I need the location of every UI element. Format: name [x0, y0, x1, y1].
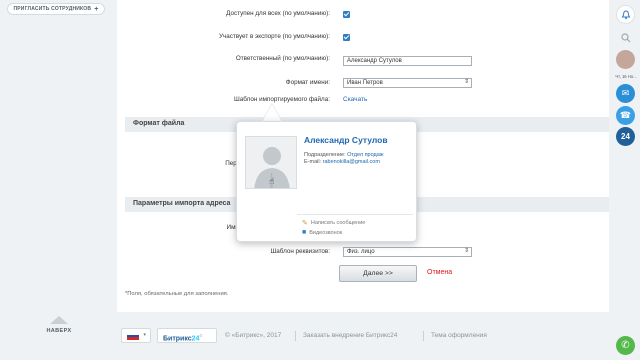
hand-cursor-icon: ☝ [269, 176, 275, 186]
date-label: Чт, 16 Но... [615, 74, 637, 79]
video-camera-icon: ■ [302, 229, 307, 236]
chevron-down-icon: ▾ [143, 332, 146, 338]
write-message-action[interactable]: ✎ Написать сообщение [302, 219, 365, 227]
footer-divider [295, 331, 296, 341]
user-avatar-icon[interactable] [616, 50, 635, 69]
user-card-popup: ☝ Александр Сутулов Подразделение: Отдел… [236, 121, 417, 242]
available-all-checkbox[interactable] [343, 11, 350, 18]
name-format-label: Формат имени: [285, 79, 330, 86]
plus-icon: + [94, 5, 99, 13]
import-template-label: Шаблон импортируемого файла: [234, 96, 330, 103]
chat-glyph: ✉ [621, 88, 630, 98]
pencil-icon: ✎ [302, 220, 308, 227]
left-column: ПРИГЛАСИТЬ СОТРУДНИКОВ + НАВЕРХ [0, 0, 112, 360]
cancel-link[interactable]: Отмена [427, 269, 452, 276]
language-selector[interactable]: ▾ [121, 328, 151, 343]
scroll-up-label: НАВЕРХ [46, 328, 72, 334]
required-note: *Поля, обязательные для заполнения. [125, 291, 229, 297]
magnifier-glyph [620, 32, 630, 42]
popup-email-link[interactable]: rabenokilla@gmail.com [323, 159, 380, 165]
copyright-text: © «Битрикс», 2017 [225, 332, 282, 339]
popup-user-name[interactable]: Александр Сутулов [304, 135, 388, 145]
phone-call-button[interactable]: ✆ [616, 336, 635, 355]
bell-icon [621, 9, 630, 19]
popup-tail [262, 104, 282, 122]
arrow-up-icon [50, 316, 68, 324]
popup-department-label: Подразделение: [304, 152, 346, 158]
video-call-label: Видеозвонок [309, 229, 343, 236]
write-message-label: Написать сообщение [310, 220, 366, 226]
phone-icon: ✆ [621, 340, 630, 351]
footer: ▾ Битрикс24© © «Битрикс», 2017 Заказать … [117, 312, 609, 360]
popup-email-row: E-mail: rabenokilla@gmail.com [304, 159, 380, 165]
scroll-up-button[interactable]: НАВЕРХ [44, 316, 74, 334]
download-template-link[interactable]: Скачать [343, 96, 367, 103]
bitrix24-logo[interactable]: Битрикс24© [157, 328, 217, 343]
bitrix24-icon[interactable]: 24 [616, 127, 635, 146]
responsible-label: Ответственный (по умолчанию): [235, 55, 330, 62]
next-button[interactable]: Далее >> [339, 265, 417, 282]
popup-department-row: Подразделение: Отдел продаж [304, 152, 384, 158]
open-lines-icon[interactable]: ☎ [616, 106, 635, 125]
popup-email-label: E-mail: [304, 159, 322, 165]
name-format-select[interactable]: Иван Петров [343, 78, 472, 88]
responsible-input[interactable]: Александр Сутулов [343, 56, 472, 66]
address-params-title: Параметры импорта адреса [133, 200, 231, 207]
bitrix24-logo-sup: © [199, 333, 203, 338]
russia-flag-icon [127, 332, 139, 340]
chat-icon[interactable]: ✉ [616, 84, 635, 103]
participates-export-label: Участвует в экспорте (по умолчанию): [218, 33, 330, 40]
invite-label: ПРИГЛАСИТЬ СОТРУДНИКОВ [13, 6, 92, 12]
video-call-action[interactable]: ■ Видеозвонок [302, 229, 342, 236]
right-panel: Чт, 16 Но... ✉ ☎ 24 ✆ [611, 0, 640, 360]
bitrix24-logo-text: Битрикс [163, 335, 192, 343]
notifications-icon[interactable] [616, 5, 635, 24]
participates-export-checkbox[interactable] [343, 34, 350, 41]
available-all-label: Доступен для всех (по умолчанию): [226, 10, 330, 17]
invite-employees-button[interactable]: ПРИГЛАСИТЬ СОТРУДНИКОВ + [7, 3, 105, 15]
order-implementation-link[interactable]: Заказать внедрение Битрикс24 [303, 332, 397, 339]
footer-divider [423, 331, 424, 341]
file-format-title: Формат файла [133, 120, 185, 127]
search-icon[interactable] [616, 28, 635, 47]
avatar[interactable]: ☝ [245, 136, 297, 189]
open-lines-glyph: ☎ [619, 110, 632, 120]
popup-divider [297, 214, 413, 215]
popup-department-link[interactable]: Отдел продаж [347, 152, 383, 158]
requisite-template-select[interactable]: Физ. лицо [343, 247, 472, 257]
requisite-template-label: Шаблон реквизитов: [270, 248, 330, 255]
theme-link[interactable]: Тема оформления [431, 332, 487, 339]
